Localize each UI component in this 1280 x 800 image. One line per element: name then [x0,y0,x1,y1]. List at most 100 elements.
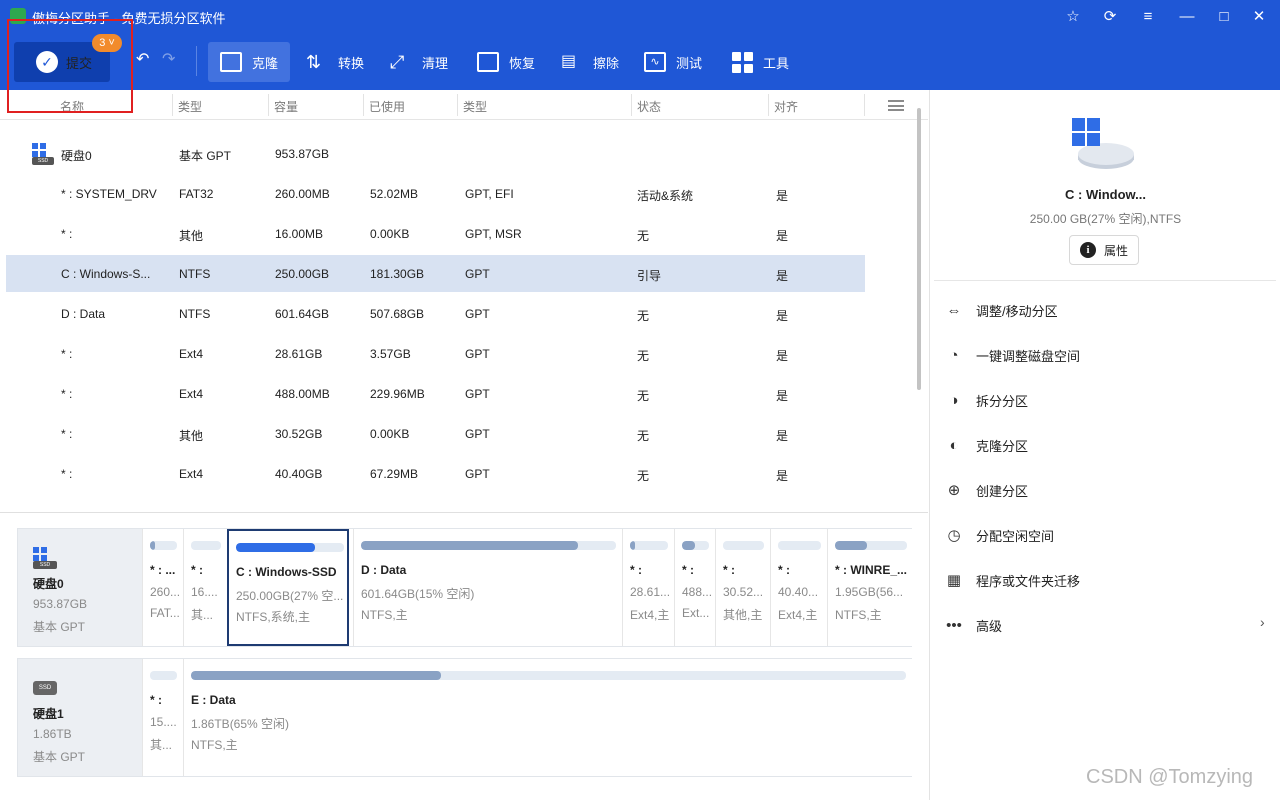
partition-block[interactable]: * : 16.... 其... [183,529,227,646]
table-row[interactable]: * : Ext4 488.00MB 229.96MB GPT 无 是 [6,375,865,412]
column-settings-icon[interactable] [888,100,904,111]
table-row-selected[interactable]: C : Windows-S... NTFS 250.00GB 181.30GB … [6,255,865,292]
partition-size: 30.52... [723,585,764,599]
disk-card-disk0[interactable]: SSD 硬盘0 953.87GB 基本 GPT * : ... 260... FAT… [17,528,913,647]
col-partition-type[interactable]: 类型 [463,98,487,115]
disk-info: SSD 硬盘0 953.87GB 基本 GPT [18,529,142,646]
maximize-button[interactable]: □ [1213,6,1235,28]
row-aligned: 是 [776,389,789,403]
row-capacity: 30.52GB [275,427,323,441]
row-capacity: 16.00MB [275,227,324,241]
table-row[interactable]: * : 其他 30.52GB 0.00KB GPT 无 是 [6,415,865,452]
col-status[interactable]: 状态 [637,98,661,115]
minimize-button[interactable]: — [1176,6,1198,28]
pie-adjust-icon: ◔ [949,346,959,364]
partition-block[interactable]: * : 30.52... 其他,主 [715,529,770,646]
toolbar-divider [196,46,197,76]
action-split-partition[interactable]: ◑ 拆分分区 [944,388,1028,412]
chevron-right-icon[interactable]: › [1260,614,1265,630]
app-logo [10,8,26,24]
action-label: 一键调整磁盘空间 [976,348,1081,364]
toolbar-clone-label: 克隆 [252,55,279,71]
row-capacity: 250.00GB [275,267,330,281]
action-app-migration[interactable]: ▦ 程序或文件夹迁移 [944,568,1080,592]
redo-icon[interactable]: ↷ [162,49,175,69]
partition-block[interactable]: E : Data 1.86TB(65% 空闲) NTFS,主 [183,659,912,776]
row-type: Ext4 [179,347,204,361]
star-icon[interactable]: ☆ [1062,6,1084,28]
table-row-disk0[interactable]: SSD 硬盘0 基本 GPT 953.87GB [6,135,865,172]
partition-block[interactable]: * : 15.... 其... [142,659,183,776]
partition-fs: Ext... [682,606,710,620]
row-aligned: 是 [776,469,789,483]
close-button[interactable]: ✕ [1248,6,1270,28]
toolbar-test[interactable]: ∿ 测试 [632,42,714,82]
partition-size: 601.64GB(15% 空闲) [361,587,475,601]
usage-bar [630,541,668,550]
partition-name: * : [778,563,790,577]
refresh-icon[interactable]: ⟳ [1099,6,1121,28]
partition-block[interactable]: * : ... 260... FAT... [142,529,183,646]
action-label: 调整/移动分区 [976,303,1058,319]
row-used: 67.29MB [370,467,419,481]
clone-icon [220,52,242,72]
disk-style: 基本 GPT [33,750,86,764]
table-row[interactable]: * : Ext4 40.40GB 67.29MB GPT 无 是 [6,455,865,492]
row-partition-type: GPT [465,427,490,441]
row-type: NTFS [179,267,211,281]
col-used[interactable]: 已使用 [369,98,405,115]
row-partition-type: GPT [465,307,490,321]
partition-block[interactable]: * : 488.... Ext... [674,529,715,646]
usage-bar-fill [191,671,442,680]
ssd-disk-icon: SSD [33,547,59,569]
row-type: Ext4 [179,387,204,401]
partition-block[interactable]: * : 40.40... Ext4,主 [770,529,827,646]
toolbar-tools[interactable]: 工具 [720,42,801,82]
list-scrollbar[interactable] [917,108,921,390]
row-used: 229.96MB [370,387,425,401]
table-row[interactable]: * : 其他 16.00MB 0.00KB GPT, MSR 无 是 [6,215,865,252]
partition-block[interactable]: D : Data 601.64GB(15% 空闲) NTFS,主 [353,529,622,646]
partition-block[interactable]: * : WINRE_... 1.95GB(56... NTFS,主 [827,529,913,646]
ssd-disk-icon: SSD [33,681,57,695]
disk-card-disk1[interactable]: SSD 硬盘1 1.86TB 基本 GPT * : 15.... 其... E : D… [17,658,912,777]
pending-count-badge: 3 ˅ [92,34,122,52]
toolbar-convert[interactable]: ⇅ 转换 [294,42,376,82]
action-clone-partition[interactable]: ◐ 克隆分区 [944,433,1028,457]
partition-size: 16.... [191,585,218,599]
properties-button[interactable]: i 属性 [1069,235,1139,265]
partition-block[interactable]: * : 28.61... Ext4,主 [622,529,674,646]
row-partition-type: GPT [465,387,490,401]
row-status: 活动&系统 [637,189,694,203]
partition-block[interactable]: C : Windows-SSD 250.00GB(27% 空... NTFS,系统,… [227,529,349,646]
table-row[interactable]: * : SYSTEM_DRV FAT32 260.00MB 52.02MB GP… [6,175,865,212]
action-create-partition[interactable]: ⊕ 创建分区 [944,478,1028,502]
action-advanced[interactable]: ••• 高级 [944,613,1002,637]
toolbar-recover[interactable]: 恢复 [465,42,547,82]
col-type[interactable]: 类型 [178,98,202,115]
table-row[interactable]: * : Ext4 28.61GB 3.57GB GPT 无 是 [6,335,865,372]
app-title: 傲梅分区助手 - 免费无损分区软件 [32,11,226,26]
disk-style: 基本 GPT [33,620,86,634]
partition-name: D : Data [361,563,407,577]
toolbar-wipe[interactable]: ▤ 擦除 [549,42,631,82]
table-row[interactable]: D : Data NTFS 601.64GB 507.68GB GPT 无 是 [6,295,865,332]
properties-label: 属性 [1103,243,1128,258]
usage-bar [191,671,906,680]
action-resize-move[interactable]: ⇔ 调整/移动分区 [944,298,1058,322]
undo-icon[interactable]: ↶ [136,49,149,69]
col-divider [172,94,173,116]
action-allocate-free-space[interactable]: ◷ 分配空闲空间 [944,523,1054,547]
selected-partition-name: C : Window... [1065,187,1146,202]
action-adjust-space[interactable]: ◔ 一键调整磁盘空间 [944,343,1080,367]
toolbar-clone[interactable]: 克隆 [208,42,291,82]
toolbar-clean[interactable]: ⤢ 清理 [378,42,460,82]
col-alignment[interactable]: 对齐 [774,98,798,115]
col-capacity[interactable]: 容量 [274,98,298,115]
partition-list-header: 名称 类型 容量 已使用 类型 状态 对齐 [0,90,928,120]
partition-fs: Ext4,主 [778,608,818,622]
menu-icon[interactable]: ≡ [1137,6,1159,28]
test-icon: ∿ [644,52,666,72]
col-name[interactable]: 名称 [60,98,84,115]
usage-bar-fill [630,541,635,550]
